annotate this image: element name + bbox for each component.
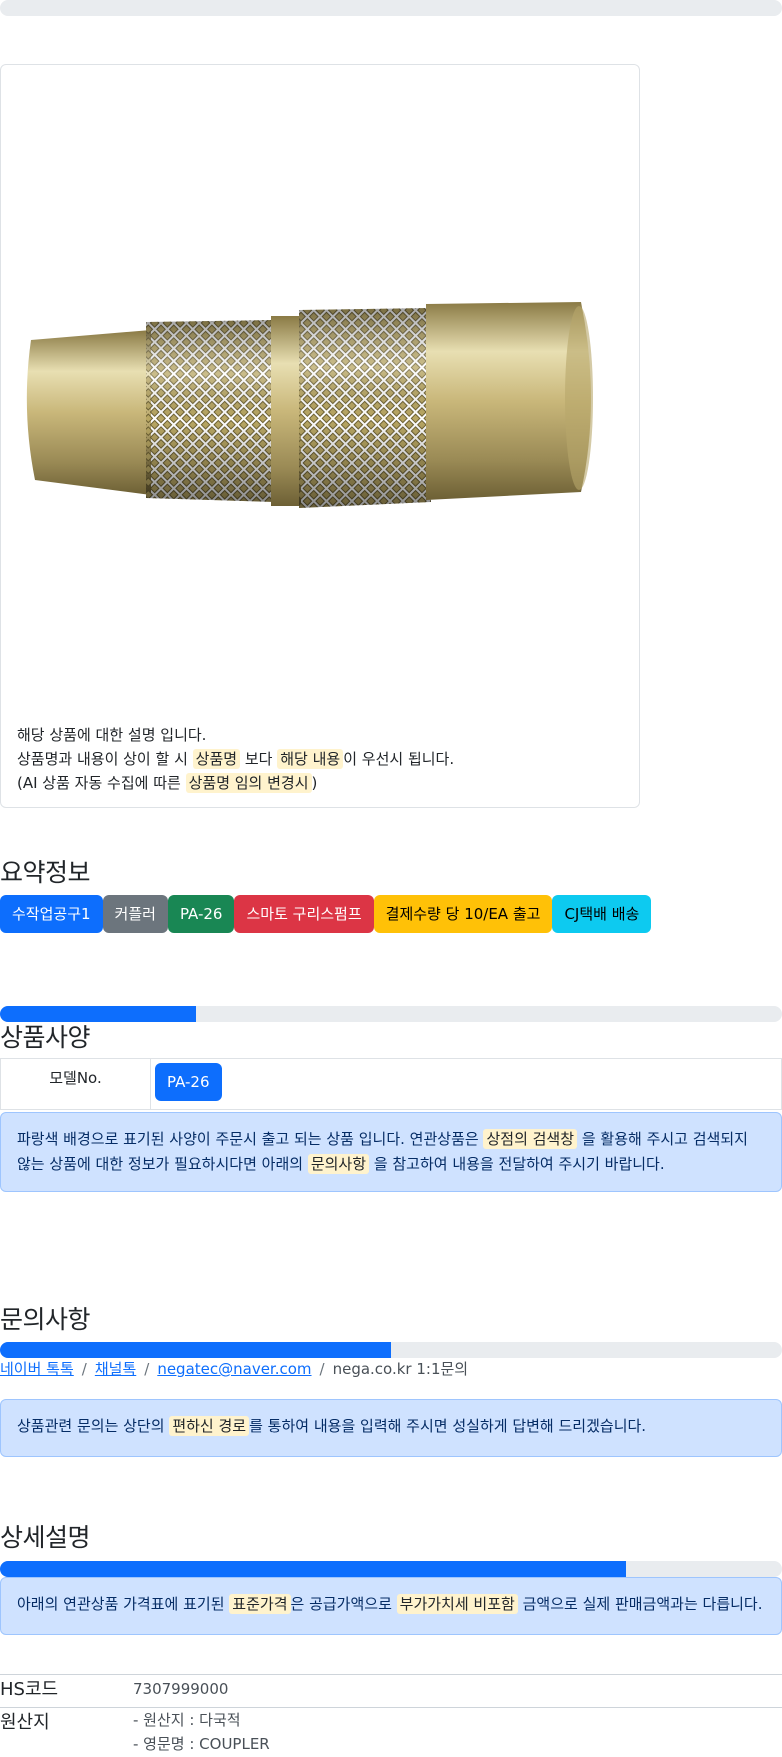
inquiry-links: 네이버 톡톡 / 채널톡 / negatec@naver.com / nega.co.kr … bbox=[0, 1360, 469, 1378]
channel-talk-link[interactable]: 채널톡 bbox=[95, 1360, 136, 1378]
spec-title: 상품사양 bbox=[0, 1023, 91, 1052]
highlight-product-name: 상품명 bbox=[192, 749, 241, 769]
hs-code-value: 7307999000 bbox=[133, 1680, 229, 1698]
detail-title: 상세설명 bbox=[0, 1523, 91, 1552]
product-description: 해당 상품에 대한 설명 입니다. 상품명과 내용이 상이 할 시 상품명 보다… bbox=[17, 723, 617, 795]
highlight-standard-price: 표준가격 bbox=[229, 1594, 291, 1614]
hs-code-label: HS코드 bbox=[0, 1679, 59, 1700]
inquiry-progress-bar bbox=[0, 1342, 782, 1358]
spec-progress-bar bbox=[0, 1006, 782, 1022]
grease-coupler-image bbox=[26, 302, 593, 508]
site-inquiry-text: nega.co.kr 1:1문의 bbox=[332, 1360, 469, 1378]
origin-row: 원산지 - 원산지 : 다국적 - 영문명 : COUPLER bbox=[0, 1707, 782, 1757]
origin-value: - 원산지 : 다국적 - 영문명 : COUPLER bbox=[133, 1711, 270, 1753]
highlight-name-change: 상품명 임의 변경시 bbox=[185, 773, 312, 793]
model-label: 모델No. bbox=[1, 1059, 151, 1109]
email-link[interactable]: negatec@naver.com bbox=[157, 1360, 311, 1378]
model-cell: PA-26 bbox=[151, 1059, 781, 1109]
hs-code-row: HS코드 7307999000 bbox=[0, 1674, 782, 1707]
highlight-inquiry: 문의사항 bbox=[307, 1154, 370, 1174]
summary-title: 요약정보 bbox=[0, 858, 91, 887]
top-progress-bar bbox=[0, 0, 782, 16]
badge-category[interactable]: 수작업공구1 bbox=[0, 895, 103, 933]
badge-shipping[interactable]: CJ택배 배송 bbox=[552, 895, 652, 933]
spec-notice: 파랑색 배경으로 표기된 사양이 주문시 출고 되는 상품 입니다. 연관상품은… bbox=[0, 1112, 782, 1192]
badge-model[interactable]: PA-26 bbox=[167, 895, 235, 933]
highlight-vat: 부가가치세 비포함 bbox=[396, 1594, 518, 1614]
badge-quantity[interactable]: 결제수량 당 10/EA 출고 bbox=[373, 895, 553, 933]
model-value-badge[interactable]: PA-26 bbox=[155, 1063, 222, 1101]
desc-line-3: (AI 상품 자동 수집에 따른 상품명 임의 변경시) bbox=[17, 773, 318, 793]
product-card: 해당 상품에 대한 설명 입니다. 상품명과 내용이 상이 할 시 상품명 보다… bbox=[0, 64, 640, 808]
highlight-content: 해당 내용 bbox=[277, 749, 344, 769]
inquiry-progress-fill bbox=[0, 1342, 391, 1358]
desc-line-2: 상품명과 내용이 상이 할 시 상품명 보다 해당 내용 이 우선시 됩니다. bbox=[17, 749, 455, 769]
inquiry-notice: 상품관련 문의는 상단의 편하신 경로 를 통하여 내용을 입력해 주시면 성실하… bbox=[0, 1399, 782, 1457]
naver-talk-link[interactable]: 네이버 톡톡 bbox=[0, 1360, 74, 1378]
inquiry-title: 문의사항 bbox=[0, 1305, 91, 1334]
detail-progress-fill bbox=[0, 1561, 626, 1577]
detail-notice: 아래의 연관상품 가격표에 표기된 표준가격 은 공급가액으로 부가가치세 비포함… bbox=[0, 1577, 782, 1635]
summary-badges: 수작업공구1 커플러 PA-26 스마토 구리스펌프 결제수량 당 10/EA … bbox=[0, 895, 652, 933]
origin-label: 원산지 bbox=[0, 1712, 50, 1733]
badge-type[interactable]: 커플러 bbox=[102, 895, 168, 933]
desc-line-1: 해당 상품에 대한 설명 입니다. bbox=[17, 726, 207, 744]
badge-brand[interactable]: 스마토 구리스펌프 bbox=[234, 895, 374, 933]
highlight-route: 편하신 경로 bbox=[169, 1416, 250, 1436]
spec-table: 모델No. PA-26 bbox=[0, 1058, 782, 1110]
highlight-search: 상점의 검색창 bbox=[483, 1129, 578, 1149]
detail-progress-bar bbox=[0, 1561, 782, 1577]
